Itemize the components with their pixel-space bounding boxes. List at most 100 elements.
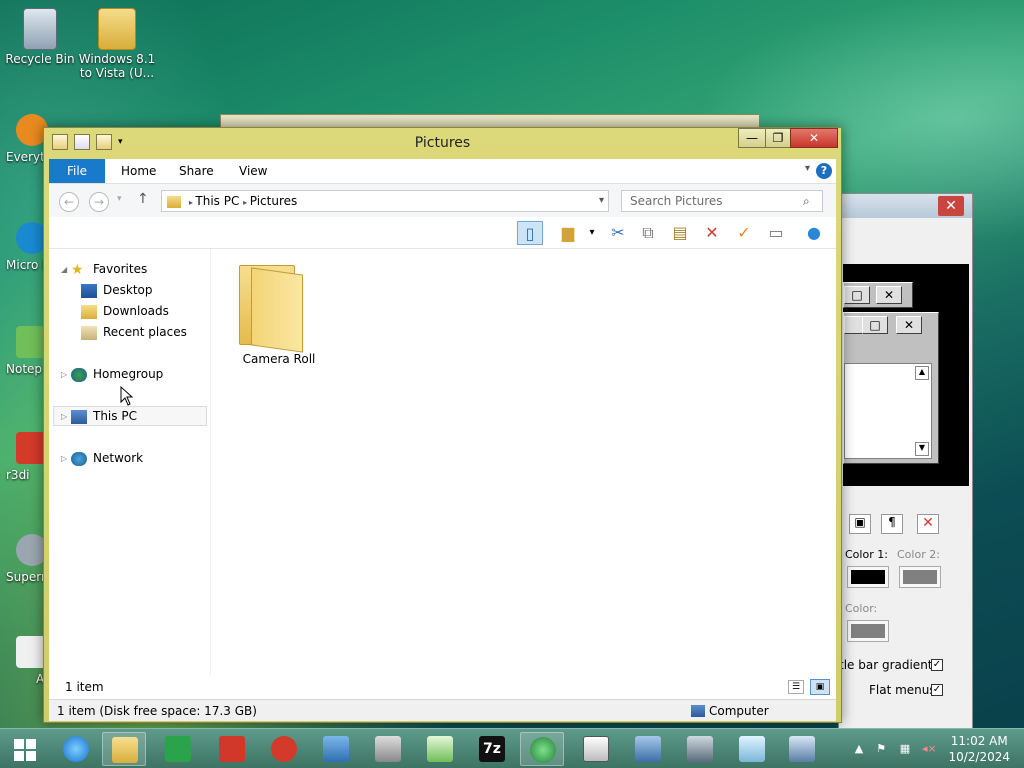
color2-swatch[interactable] bbox=[899, 566, 941, 588]
rename-icon[interactable]: ¶ bbox=[881, 514, 903, 534]
close-icon: ✕ bbox=[876, 286, 902, 304]
cut-icon[interactable]: ✂ bbox=[605, 221, 631, 245]
app-keyboard-button[interactable] bbox=[780, 732, 824, 766]
color1-label: Color 1: bbox=[845, 548, 888, 561]
mouse-cursor-icon bbox=[120, 386, 134, 406]
tab-share[interactable]: Share bbox=[165, 159, 228, 183]
folder-item-camera-roll[interactable] bbox=[237, 265, 317, 357]
expand-ribbon-icon[interactable]: ▾ bbox=[805, 163, 810, 174]
app-window-button[interactable] bbox=[574, 732, 618, 766]
address-bar[interactable]: ▸ This PC ▸ Pictures ▾ bbox=[161, 190, 609, 212]
folder-item-label[interactable]: Camera Roll bbox=[229, 352, 329, 366]
close-icon: ✕ bbox=[896, 316, 922, 334]
network-tray-icon[interactable]: ▦ bbox=[898, 742, 912, 756]
start-button[interactable] bbox=[4, 732, 48, 766]
large-icons-view-icon[interactable]: ▣ bbox=[810, 679, 830, 695]
app-globe-button[interactable] bbox=[520, 732, 564, 766]
search-input[interactable]: Search Pictures bbox=[621, 190, 823, 212]
up-button[interactable]: ↑ bbox=[137, 191, 149, 207]
breadcrumb-pictures[interactable]: Pictures bbox=[250, 194, 298, 208]
windows-vista-folder-shortcut[interactable]: Windows 8.1 to Vista (U... bbox=[76, 8, 158, 80]
store-button[interactable] bbox=[156, 732, 200, 766]
collapsed-icon[interactable]: ▷ bbox=[61, 454, 67, 463]
color1-swatch[interactable] bbox=[847, 566, 889, 588]
background-window-titlebar[interactable]: ✕ bbox=[839, 194, 972, 218]
collapsed-icon[interactable]: ▷ bbox=[61, 412, 67, 421]
breadcrumb-this-pc[interactable]: This PC bbox=[195, 194, 239, 208]
app-keyboard-icon bbox=[789, 736, 815, 762]
flag-icon[interactable]: ⚑ bbox=[874, 742, 888, 756]
clock-date: 10/2/2024 bbox=[948, 750, 1010, 764]
nav-desktop[interactable]: Desktop bbox=[81, 280, 153, 300]
nav-recent-places[interactable]: Recent places bbox=[81, 322, 187, 342]
nav-label: Homegroup bbox=[93, 367, 164, 381]
new-folder-icon[interactable]: ▆ bbox=[555, 221, 581, 245]
recent-locations-icon[interactable]: ▾ bbox=[117, 194, 122, 204]
scroll-down-icon: ▼ bbox=[915, 442, 929, 456]
app-settings-button[interactable] bbox=[314, 732, 358, 766]
folder-icon bbox=[98, 8, 136, 50]
preview-pane-icon[interactable]: ▯ bbox=[517, 221, 543, 245]
save-icon[interactable]: ▣ bbox=[849, 514, 871, 534]
7zip-button[interactable]: 7z bbox=[470, 732, 514, 766]
nav-favorites[interactable]: ★ Favorites bbox=[71, 259, 147, 279]
volume-muted-icon[interactable]: ◂× bbox=[922, 742, 937, 756]
star-icon: ★ bbox=[71, 261, 84, 278]
nav-network[interactable]: Network bbox=[71, 448, 143, 468]
recycle-bin-shortcut[interactable]: Recycle Bin bbox=[0, 8, 80, 66]
tab-home[interactable]: Home bbox=[107, 159, 170, 183]
nav-label: Favorites bbox=[93, 262, 148, 276]
network-icon bbox=[71, 451, 87, 466]
recycle-bin-icon bbox=[23, 8, 57, 50]
title-bar[interactable]: ▾ Pictures — ❐ ✕ bbox=[44, 128, 841, 158]
details-view-icon[interactable]: ☰ bbox=[788, 680, 804, 694]
expanded-icon[interactable]: ◢ bbox=[61, 265, 67, 274]
nav-homegroup[interactable]: Homegroup bbox=[71, 364, 163, 384]
delete-icon[interactable]: ✕ bbox=[699, 221, 725, 245]
title-gradients-checkbox[interactable]: ✓ bbox=[931, 659, 943, 671]
forward-button[interactable]: → bbox=[89, 192, 109, 212]
maximize-button[interactable]: ❐ bbox=[765, 128, 791, 148]
collapsed-icon[interactable]: ▷ bbox=[61, 370, 67, 379]
clock[interactable]: 11:02 AM 10/2/2024 bbox=[948, 733, 1010, 765]
item-count: 1 item bbox=[65, 680, 104, 694]
nav-this-pc[interactable]: This PC bbox=[71, 406, 137, 426]
app-notepad-button[interactable] bbox=[418, 732, 462, 766]
app-d-icon bbox=[271, 736, 297, 762]
file-explorer-button[interactable] bbox=[102, 732, 146, 766]
back-button[interactable]: ← bbox=[59, 192, 79, 212]
desktop-icon-label: Recycle Bin bbox=[5, 52, 75, 66]
help-icon[interactable]: ? bbox=[816, 163, 832, 179]
background-settings-window: ✕ □ ✕ □ ✕ ▲ ▼ ▣ ¶ ✕ Color 1: Color 2: Co… bbox=[838, 193, 973, 733]
desktop-icon bbox=[81, 283, 97, 298]
close-icon[interactable]: ✕ bbox=[938, 196, 964, 216]
chevron-down-icon[interactable]: ▾ bbox=[579, 221, 605, 245]
search-icon[interactable]: ⌕ bbox=[803, 194, 810, 209]
app-d-button[interactable] bbox=[262, 732, 306, 766]
chevron-up-icon[interactable]: ▲ bbox=[852, 742, 866, 756]
copy-icon[interactable]: ⧉ bbox=[635, 221, 661, 245]
app-glass-icon bbox=[739, 736, 765, 762]
app-glass-button[interactable] bbox=[730, 732, 774, 766]
app-red-button[interactable] bbox=[210, 732, 254, 766]
paste-icon[interactable]: ▤ bbox=[667, 221, 693, 245]
color3-swatch[interactable] bbox=[847, 620, 889, 642]
app-monitor-button[interactable] bbox=[678, 732, 722, 766]
app-network-button[interactable] bbox=[626, 732, 670, 766]
minimize-button[interactable]: — bbox=[738, 128, 766, 148]
properties-icon[interactable]: ▭ bbox=[763, 221, 789, 245]
tab-view[interactable]: View bbox=[225, 159, 281, 183]
rename-icon[interactable]: ✓ bbox=[731, 221, 757, 245]
homegroup-icon bbox=[71, 367, 87, 382]
nav-label: Desktop bbox=[103, 283, 153, 297]
chat-icon[interactable]: ● bbox=[801, 221, 827, 245]
nav-downloads[interactable]: Downloads bbox=[81, 301, 169, 321]
app-printer-button[interactable] bbox=[366, 732, 410, 766]
internet-explorer-button[interactable] bbox=[54, 732, 98, 766]
tab-file[interactable]: File bbox=[49, 159, 105, 183]
close-button[interactable]: ✕ bbox=[790, 128, 838, 148]
flat-menus-checkbox[interactable]: ✓ bbox=[931, 684, 943, 696]
delete-icon[interactable]: ✕ bbox=[917, 514, 939, 534]
chevron-down-icon[interactable]: ▾ bbox=[599, 191, 604, 211]
downloads-icon bbox=[81, 304, 97, 319]
